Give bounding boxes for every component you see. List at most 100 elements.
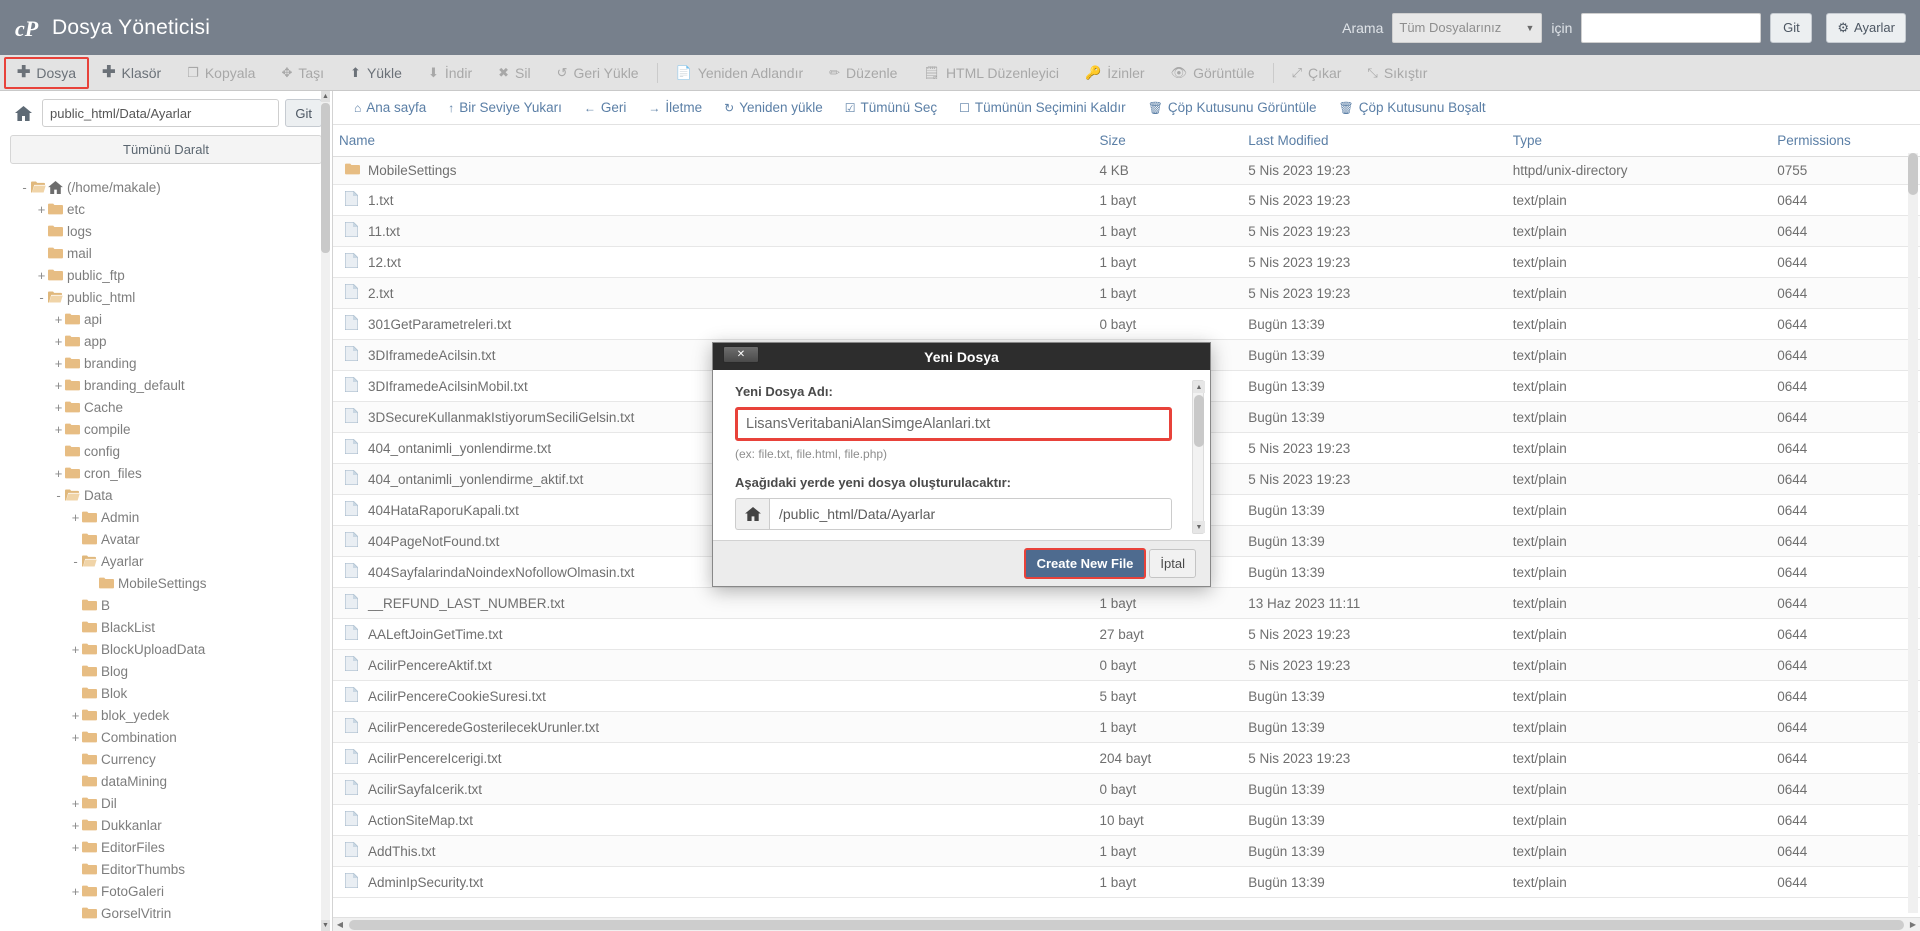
tree-node-blacklist[interactable]: BlackList	[0, 616, 332, 638]
table-row[interactable]: 1.txt 1 bayt 5 Nis 2023 19:23 text/plain 064…	[333, 184, 1920, 216]
sidebar-path-input[interactable]	[42, 99, 280, 127]
table-row[interactable]: 2.txt 1 bayt 5 Nis 2023 19:23 text/plain 064…	[333, 277, 1920, 309]
table-row[interactable]: AALeftJoinGetTime.txt 27 bayt 5 Nis 2023 1…	[333, 618, 1920, 650]
dialog-scrollbar[interactable]: ▲ ▼	[1192, 380, 1205, 534]
file-list-hscrollbar[interactable]: ◀ ▶	[333, 917, 1920, 931]
tree-node-b[interactable]: B	[0, 594, 332, 616]
breadcrumb-i-letme[interactable]: → İletme	[637, 100, 713, 115]
cancel-button[interactable]: İptal	[1149, 549, 1196, 578]
tree-node-fotogaleri[interactable]: + FotoGaleri	[0, 880, 332, 902]
breadcrumb-t-m-n-n-se-imini-kald-r[interactable]: ☐ Tümünün Seçimini Kaldır	[948, 100, 1137, 115]
tree-node-ayarlar[interactable]: - Ayarlar	[0, 550, 332, 572]
file-list-scrollbar[interactable]	[1908, 153, 1918, 913]
new-file-location-input[interactable]	[769, 498, 1172, 530]
tree-node-mobilesettings[interactable]: MobileSettings	[0, 572, 332, 594]
expand-icon[interactable]: +	[35, 268, 48, 283]
tree-node-cron_files[interactable]: + cron_files	[0, 462, 332, 484]
toolbar-y-kle-button[interactable]: ⬆ Yükle	[337, 58, 415, 88]
settings-button[interactable]: ⚙ Ayarlar	[1826, 12, 1906, 43]
expand-icon[interactable]: +	[69, 818, 82, 833]
collapse-icon[interactable]: -	[52, 488, 65, 503]
tree-node-combination[interactable]: + Combination	[0, 726, 332, 748]
expand-icon[interactable]: +	[69, 884, 82, 899]
column-header-size[interactable]: Size	[1093, 125, 1243, 157]
file-list-scrollbar-thumb[interactable]	[1908, 153, 1918, 195]
tree-node-branding[interactable]: + branding	[0, 352, 332, 374]
toolbar-dosya-button[interactable]: ✚ Dosya	[4, 56, 90, 89]
breadcrumb-geri[interactable]: ← Geri	[573, 100, 638, 115]
home-icon[interactable]	[10, 100, 36, 126]
expand-icon[interactable]: +	[69, 730, 82, 745]
expand-icon[interactable]: +	[69, 796, 82, 811]
expand-icon[interactable]: +	[69, 708, 82, 723]
scroll-right-arrow-icon[interactable]: ▶	[1906, 920, 1920, 929]
table-row[interactable]: AdminIpSecurity.txt 1 bayt Bugün 13:39 text…	[333, 866, 1920, 898]
table-row[interactable]: __REFUND_LAST_NUMBER.txt 1 bayt 13 Haz 202…	[333, 587, 1920, 619]
collapse-icon[interactable]: -	[35, 290, 48, 305]
expand-icon[interactable]: +	[69, 642, 82, 657]
collapse-icon[interactable]: -	[69, 554, 82, 569]
tree-node-dil[interactable]: + Dil	[0, 792, 332, 814]
expand-icon[interactable]: +	[52, 400, 65, 415]
search-input[interactable]	[1581, 12, 1762, 43]
tree-node-app[interactable]: + app	[0, 330, 332, 352]
tree-node-data[interactable]: - Data	[0, 484, 332, 506]
tree-node-admin[interactable]: + Admin	[0, 506, 332, 528]
table-row[interactable]: ActionSiteMap.txt 10 bayt Bugün 13:39 text/…	[333, 804, 1920, 836]
dialog-scrollbar-thumb[interactable]	[1194, 395, 1204, 447]
table-row[interactable]: AcilirPenceredeGosterilecekUrunler.txt 1 …	[333, 711, 1920, 743]
collapse-icon[interactable]: -	[18, 180, 31, 195]
tree-node-gorselvitrin[interactable]: GorselVitrin	[0, 902, 332, 924]
tree-node-compile[interactable]: + compile	[0, 418, 332, 440]
expand-icon[interactable]: +	[52, 466, 65, 481]
expand-icon[interactable]: +	[52, 334, 65, 349]
table-row[interactable]: 12.txt 1 bayt 5 Nis 2023 19:23 text/plain 06…	[333, 246, 1920, 278]
tree-node-homemakale[interactable]: - (/home/makale)	[0, 176, 332, 198]
column-header-last-modified[interactable]: Last Modified	[1242, 125, 1507, 157]
close-icon[interactable]: ✕	[723, 346, 759, 363]
tree-node-editorfiles[interactable]: + EditorFiles	[0, 836, 332, 858]
scroll-down-arrow-icon[interactable]: ▼	[1193, 521, 1205, 533]
sidebar-scrollbar-thumb[interactable]	[321, 103, 330, 253]
breadcrumb-yeniden-y-kle[interactable]: ↻ Yeniden yükle	[713, 100, 834, 115]
breadcrumb-t-m-n-se[interactable]: ☑ Tümünü Seç	[834, 100, 948, 115]
column-header-name[interactable]: Name	[333, 125, 1094, 157]
tree-node-logs[interactable]: logs	[0, 220, 332, 242]
create-new-file-button[interactable]: Create New File	[1023, 548, 1147, 579]
expand-icon[interactable]: +	[69, 840, 82, 855]
search-scope-select[interactable]: Tüm Dosyalarınız	[1392, 12, 1543, 43]
tree-node-cache[interactable]: + Cache	[0, 396, 332, 418]
scroll-down-arrow-icon[interactable]: ▼	[321, 920, 330, 931]
tree-node-blok[interactable]: Blok	[0, 682, 332, 704]
expand-icon[interactable]: +	[35, 202, 48, 217]
tree-node-public_html[interactable]: - public_html	[0, 286, 332, 308]
tree-node-branding_default[interactable]: + branding_default	[0, 374, 332, 396]
breadcrumb-p-kutusunu-bo-alt[interactable]: 🗑 Çöp Kutusunu Boşalt	[1328, 100, 1497, 115]
expand-icon[interactable]: +	[52, 312, 65, 327]
tree-node-currency[interactable]: Currency	[0, 748, 332, 770]
tree-node-blog[interactable]: Blog	[0, 660, 332, 682]
expand-icon[interactable]: +	[69, 510, 82, 525]
scroll-up-arrow-icon[interactable]: ▲	[1193, 381, 1205, 393]
table-row[interactable]: AcilirSayfaIcerik.txt 0 bayt Bugün 13:39 te…	[333, 773, 1920, 805]
table-row[interactable]: 301GetParametreleri.txt 0 bayt Bugün 13:39…	[333, 308, 1920, 340]
collapse-all-button[interactable]: Tümünü Daralt	[10, 135, 322, 164]
table-row[interactable]: 11.txt 1 bayt 5 Nis 2023 19:23 text/plain 06…	[333, 215, 1920, 247]
file-list-hscrollbar-thumb[interactable]	[349, 919, 1904, 930]
column-header-permissions[interactable]: Permissions	[1771, 125, 1920, 157]
table-row[interactable]: AcilirPencereIcerigi.txt 204 bayt 5 Nis 20…	[333, 742, 1920, 774]
table-row[interactable]: AcilirPencereAktif.txt 0 bayt 5 Nis 2023 1…	[333, 649, 1920, 681]
tree-node-editorthumbs[interactable]: EditorThumbs	[0, 858, 332, 880]
table-row[interactable]: MobileSettings 4 KB 5 Nis 2023 19:23 httpd/…	[333, 156, 1920, 185]
tree-node-mail[interactable]: mail	[0, 242, 332, 264]
column-header-type[interactable]: Type	[1506, 125, 1772, 157]
breadcrumb-bir-seviye-yukar[interactable]: ↑ Bir Seviye Yukarı	[437, 100, 573, 115]
tree-node-api[interactable]: + api	[0, 308, 332, 330]
scroll-left-arrow-icon[interactable]: ◀	[333, 920, 347, 929]
scroll-up-arrow-icon[interactable]: ▲	[321, 91, 330, 102]
expand-icon[interactable]: +	[52, 356, 65, 371]
toolbar-klas-r-button[interactable]: ✚ Klasör	[89, 58, 174, 88]
tree-node-dukkanlar[interactable]: + Dukkanlar	[0, 814, 332, 836]
tree-node-config[interactable]: config	[0, 440, 332, 462]
sidebar-go-button[interactable]: Git	[285, 99, 322, 127]
